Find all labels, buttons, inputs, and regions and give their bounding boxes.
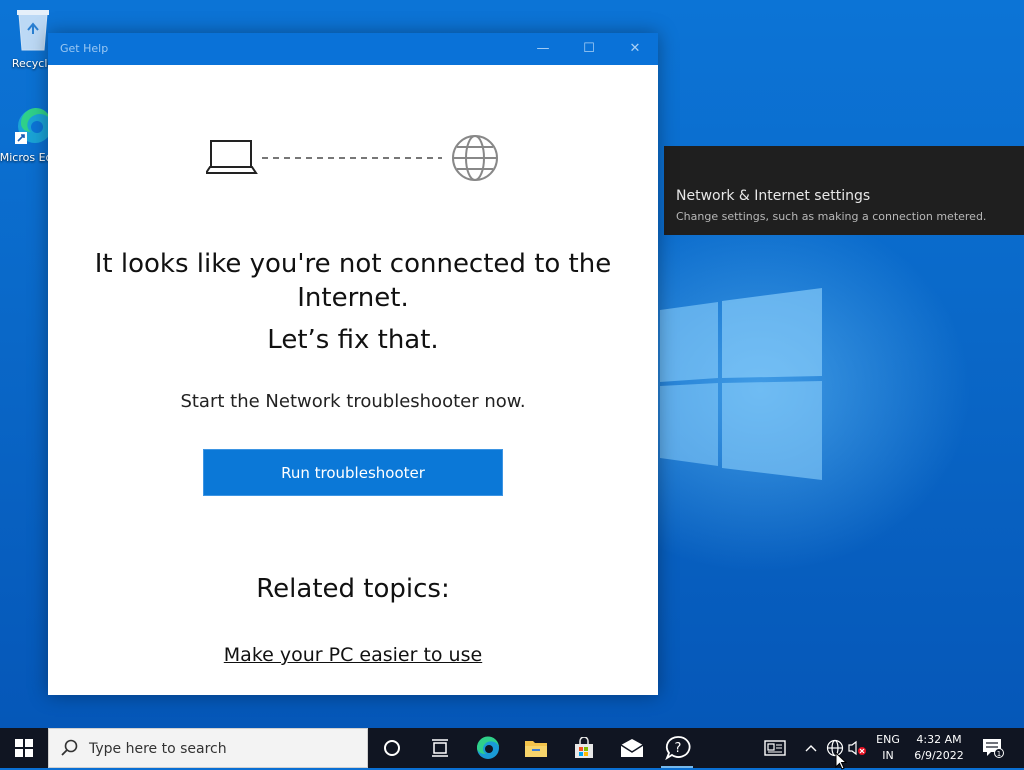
clock-date: 6/9/2022 (914, 749, 964, 762)
taskbar-search-box[interactable]: Type here to search (48, 728, 368, 768)
clock-time: 4:32 AM (916, 733, 962, 746)
no-connection-illustration (206, 135, 498, 181)
related-topics-heading: Related topics: (256, 574, 450, 604)
start-button[interactable] (0, 728, 48, 768)
language-code: ENG (876, 733, 900, 746)
minimize-button[interactable]: — (520, 33, 566, 65)
network-settings-flyout[interactable]: Network & Internet settings Change setti… (664, 146, 1024, 235)
related-topic-link[interactable]: Make your PC easier to use (78, 644, 628, 666)
get-help-taskbar-button[interactable]: ? (654, 728, 702, 768)
cortana-icon (384, 740, 400, 756)
mouse-cursor-icon (835, 752, 847, 770)
maximize-button[interactable]: ☐ (566, 33, 612, 65)
notification-count: 1 (997, 750, 1001, 758)
cortana-button[interactable] (368, 728, 416, 768)
close-button[interactable]: ✕ (612, 33, 658, 65)
volume-muted-icon (848, 740, 866, 756)
windows-start-icon (15, 739, 33, 757)
edge-icon (15, 107, 52, 144)
clock[interactable]: 4:32 AM 6/9/2022 (910, 732, 968, 764)
get-help-icon: ? (665, 736, 691, 760)
news-icon (764, 740, 786, 756)
task-view-button[interactable] (416, 728, 464, 768)
search-icon (61, 739, 78, 756)
run-troubleshooter-button[interactable]: Run troubleshooter (203, 449, 503, 496)
troubleshooter-instruction: Start the Network troubleshooter now. (180, 391, 526, 412)
taskbar: Type here to search ? ENG IN 4:32 AM 6/9… (0, 728, 1024, 768)
file-explorer-icon (525, 741, 547, 757)
edge-icon (476, 736, 499, 759)
mail-icon (620, 739, 644, 757)
notification-icon: 1 (983, 739, 1004, 758)
store-button[interactable] (560, 728, 608, 768)
volume-tray-button[interactable] (846, 728, 868, 768)
show-hidden-icons-button[interactable] (800, 728, 822, 768)
windows-wallpaper-logo (660, 288, 822, 480)
chevron-up-icon (805, 745, 817, 752)
edge-taskbar-button[interactable] (464, 728, 512, 768)
file-explorer-button[interactable] (512, 728, 560, 768)
window-titlebar[interactable]: Get Help — ☐ ✕ (48, 33, 658, 65)
get-help-window: Get Help — ☐ ✕ It looks like you're not … (48, 33, 658, 695)
svg-text:?: ? (675, 741, 682, 756)
globe-icon (452, 135, 498, 181)
action-center-button[interactable]: 1 (976, 728, 1010, 768)
laptop-icon (206, 140, 258, 174)
store-icon (575, 737, 593, 758)
search-placeholder: Type here to search (89, 741, 227, 757)
window-title: Get Help (60, 42, 109, 55)
network-settings-title[interactable]: Network & Internet settings (676, 188, 870, 204)
mail-button[interactable] (608, 728, 656, 768)
lets-fix-text: Let’s fix that. (267, 325, 439, 355)
recycle-bin-icon (17, 10, 49, 51)
task-view-icon (432, 739, 448, 757)
input-language-indicator[interactable]: ENG IN (868, 732, 908, 764)
network-settings-description: Change settings, such as making a connec… (676, 210, 987, 223)
region-code: IN (882, 749, 894, 762)
not-connected-headline: It looks like you're not connected to th… (94, 249, 612, 313)
news-and-interests-button[interactable] (756, 728, 794, 768)
